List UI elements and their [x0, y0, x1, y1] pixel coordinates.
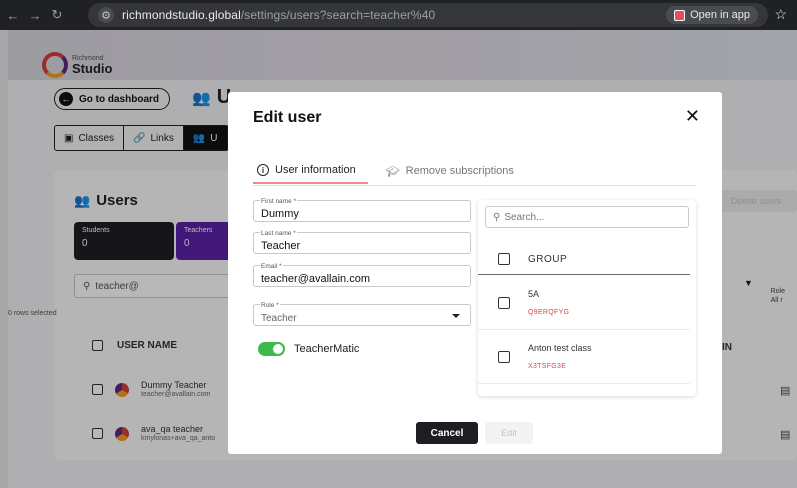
group-code: Q9ERQFYG	[528, 309, 570, 316]
email-field[interactable]: Email * teacher@avallain.com	[253, 263, 471, 287]
toggle-label: TeacherMatic	[294, 343, 360, 355]
open-in-app-label: Open in app	[690, 9, 750, 21]
group-checkbox[interactable]	[498, 296, 510, 309]
role-value: Teacher	[261, 313, 297, 324]
site-settings-icon[interactable]: ⚙	[98, 7, 114, 23]
bookmark-star-icon[interactable]: ☆	[774, 6, 787, 23]
teachermatic-toggle[interactable]: TeacherMatic	[258, 342, 359, 356]
first-name-value: Dummy	[261, 208, 299, 220]
info-icon: i	[257, 164, 269, 176]
reload-icon[interactable]: ↻	[50, 7, 64, 23]
forward-icon[interactable]: →	[28, 8, 42, 23]
last-name-field[interactable]: Last name * Teacher	[253, 230, 471, 254]
address-bar[interactable]: ⚙ richmondstudio.global/settings/users?s…	[88, 3, 768, 27]
role-label: Role *	[260, 302, 280, 309]
app-icon	[674, 9, 686, 21]
close-icon[interactable]: ✕	[685, 106, 700, 127]
dialog-tabs: i User information 🎓︎ Remove subscriptio…	[253, 158, 696, 186]
edit-user-dialog: Edit user ✕ i User information 🎓︎ Remove…	[228, 92, 722, 454]
tab-user-information-label: User information	[275, 164, 356, 176]
tab-remove-subscriptions-label: Remove subscriptions	[405, 165, 514, 177]
group-panel: ⚲ GROUP 5A Q9ERQFYG Anton test class X3T…	[478, 200, 696, 396]
cancel-button[interactable]: Cancel	[416, 422, 478, 444]
email-label: Email *	[260, 263, 283, 270]
url-text[interactable]: richmondstudio.global/settings/users?sea…	[122, 8, 435, 22]
dialog-title: Edit user	[253, 109, 322, 126]
last-name-label: Last name *	[260, 230, 297, 237]
group-name: 5A	[528, 289, 540, 299]
list-item[interactable]: Anton test class X3TSFG3E	[478, 330, 690, 384]
email-value: teacher@avallain.com	[261, 273, 370, 285]
graduation-cap-icon: 🎓︎	[385, 165, 400, 178]
open-in-app-button[interactable]: Open in app	[666, 6, 758, 24]
url-host: richmondstudio.global	[122, 8, 241, 22]
group-table-header: GROUP	[478, 244, 690, 275]
role-select[interactable]: Role * Teacher	[253, 302, 471, 326]
url-path: /settings/users?search=teacher%40	[240, 8, 436, 22]
tab-user-information[interactable]: i User information	[253, 158, 368, 184]
first-name-field[interactable]: First name * Dummy	[253, 198, 471, 222]
list-item[interactable]: 5A Q9ERQFYG	[478, 276, 690, 330]
group-search-field[interactable]	[504, 211, 675, 223]
toggle-switch[interactable]	[258, 342, 285, 356]
edit-button[interactable]: Edit	[485, 422, 533, 444]
last-name-value: Teacher	[261, 240, 301, 252]
select-all-groups-checkbox[interactable]	[498, 253, 510, 265]
group-header-label: GROUP	[528, 253, 568, 265]
back-icon[interactable]: ←	[6, 8, 20, 23]
group-search-input[interactable]: ⚲	[485, 206, 689, 228]
group-code: X3TSFG3E	[528, 363, 567, 370]
first-name-label: First name *	[260, 198, 298, 205]
group-name: Anton test class	[528, 343, 592, 353]
toggle-knob	[273, 344, 283, 354]
chevron-down-icon	[452, 314, 460, 318]
search-icon: ⚲	[493, 211, 501, 223]
group-checkbox[interactable]	[498, 350, 510, 363]
tab-remove-subscriptions[interactable]: 🎓︎ Remove subscriptions	[382, 158, 518, 184]
